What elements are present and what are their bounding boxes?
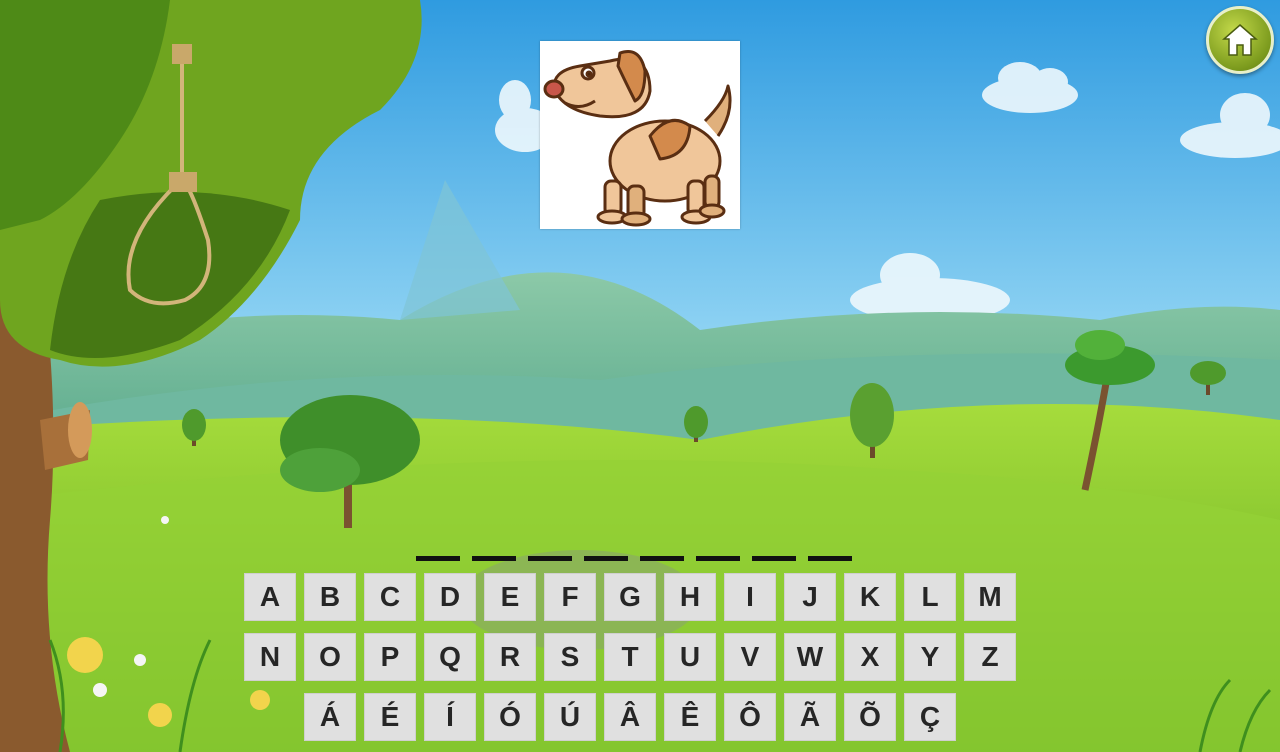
letter-key[interactable]: Á <box>304 693 356 741</box>
letter-key[interactable]: Â <box>604 693 656 741</box>
letter-key[interactable]: I <box>724 573 776 621</box>
letter-blank <box>472 556 516 561</box>
letter-blank <box>528 556 572 561</box>
letter-key[interactable]: Õ <box>844 693 896 741</box>
letter-key[interactable]: B <box>304 573 356 621</box>
letter-key[interactable]: T <box>604 633 656 681</box>
home-icon <box>1222 24 1258 56</box>
letter-key[interactable]: H <box>664 573 716 621</box>
letter-key[interactable]: V <box>724 633 776 681</box>
letter-key[interactable]: W <box>784 633 836 681</box>
letter-blank <box>752 556 796 561</box>
letter-key[interactable]: M <box>964 573 1016 621</box>
letter-key[interactable]: G <box>604 573 656 621</box>
home-button[interactable] <box>1206 6 1274 74</box>
letter-key[interactable]: Í <box>424 693 476 741</box>
letter-key[interactable]: Ç <box>904 693 956 741</box>
word-blanks <box>416 548 852 562</box>
letter-key[interactable]: O <box>304 633 356 681</box>
picture-card <box>540 41 740 229</box>
letter-key[interactable]: S <box>544 633 596 681</box>
letter-key[interactable]: P <box>364 633 416 681</box>
letter-key[interactable]: Ú <box>544 693 596 741</box>
letter-key[interactable]: D <box>424 573 476 621</box>
letter-key[interactable]: R <box>484 633 536 681</box>
letter-key[interactable]: L <box>904 573 956 621</box>
letter-key[interactable]: Y <box>904 633 956 681</box>
letter-key[interactable]: É <box>364 693 416 741</box>
letter-key[interactable]: Ã <box>784 693 836 741</box>
letter-blank <box>696 556 740 561</box>
letter-blank <box>640 556 684 561</box>
letter-key[interactable]: Z <box>964 633 1016 681</box>
letter-key[interactable]: Ó <box>484 693 536 741</box>
letter-key[interactable]: Ê <box>664 693 716 741</box>
letter-blank <box>808 556 852 561</box>
letter-key[interactable]: X <box>844 633 896 681</box>
letter-key[interactable]: C <box>364 573 416 621</box>
letter-key[interactable]: U <box>664 633 716 681</box>
letter-key[interactable]: E <box>484 573 536 621</box>
letter-key[interactable]: N <box>244 633 296 681</box>
letter-key[interactable]: J <box>784 573 836 621</box>
letter-blank <box>416 556 460 561</box>
letter-key[interactable]: Ô <box>724 693 776 741</box>
dog-icon <box>543 50 732 227</box>
letter-key[interactable]: K <box>844 573 896 621</box>
letter-key[interactable]: Q <box>424 633 476 681</box>
letter-blank <box>584 556 628 561</box>
letter-key[interactable]: A <box>244 573 296 621</box>
letter-key[interactable]: F <box>544 573 596 621</box>
